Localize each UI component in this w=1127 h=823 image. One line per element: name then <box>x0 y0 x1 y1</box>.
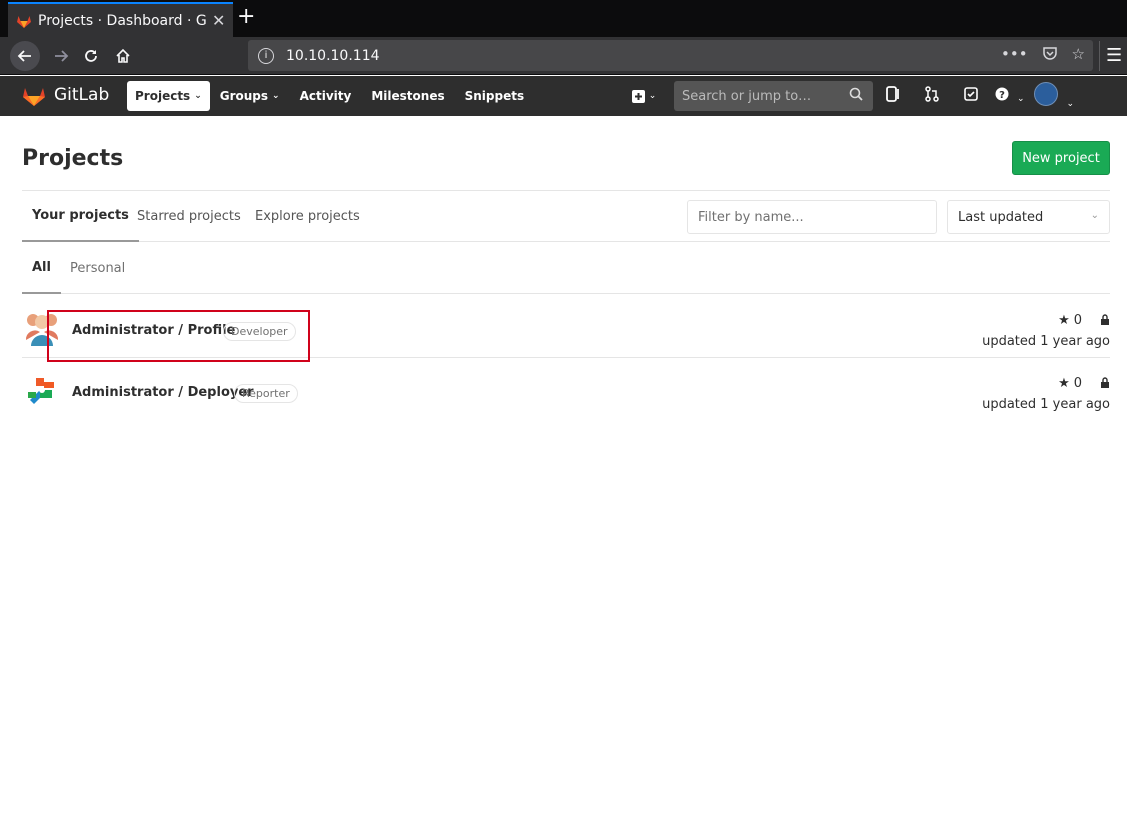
stars: ★ 0 <box>982 376 1110 391</box>
toolbar-separator <box>1099 41 1100 71</box>
gitlab-main-nav: Projects ⌄ Groups ⌄ Activity Milestones … <box>127 81 534 111</box>
search-icon <box>849 87 863 101</box>
nav-snippets[interactable]: Snippets <box>455 81 535 111</box>
help-icon[interactable]: ? ⌄ <box>990 87 1029 105</box>
search-placeholder: Search or jump to… <box>682 88 812 104</box>
url-bar[interactable]: i 10.10.10.114 ••• ☆ <box>248 40 1093 71</box>
new-tab-icon[interactable]: + <box>237 6 255 28</box>
svg-text:?: ? <box>999 90 1005 101</box>
browser-tab[interactable]: Projects · Dashboard · GitLab ✕ <box>8 2 233 37</box>
nav-projects-label: Projects <box>135 89 191 103</box>
tab-close-icon[interactable]: ✕ <box>212 11 225 30</box>
gitlab-header: GitLab Projects ⌄ Groups ⌄ Activity Mile… <box>0 76 1127 116</box>
tab-title: Projects · Dashboard · GitLab <box>38 12 206 29</box>
search-input[interactable]: Search or jump to… <box>674 81 873 111</box>
star-icon: ★ <box>1058 313 1070 328</box>
forward-icon[interactable] <box>46 41 76 71</box>
user-menu[interactable]: ⌄ <box>1029 82 1079 110</box>
lock-icon <box>1100 313 1110 328</box>
pocket-icon[interactable] <box>1042 45 1058 61</box>
gitlab-logo[interactable]: GitLab <box>22 84 109 106</box>
project-stats: ★ 0 updated 1 year ago <box>982 313 1110 349</box>
gitlab-brand: GitLab <box>54 85 110 105</box>
project-subtabs: All Personal <box>22 243 1110 294</box>
reload-icon[interactable] <box>76 41 106 71</box>
todos-icon[interactable] <box>951 87 990 105</box>
tab-your-projects[interactable]: Your projects <box>22 191 139 242</box>
project-avatar <box>28 378 54 404</box>
gitlab-tanuki-icon <box>23 88 45 106</box>
more-icon[interactable]: ••• <box>1001 45 1028 63</box>
back-icon[interactable] <box>10 41 40 71</box>
list-item[interactable]: Administrator / Deployer Reporter ★ 0 up… <box>22 358 1110 421</box>
project-stats: ★ 0 updated 1 year ago <box>982 376 1110 412</box>
gitlab-header-right: ⌄ Search or jump to… ? ⌄ ⌄ <box>620 81 1079 111</box>
home-icon[interactable] <box>108 41 138 71</box>
url-text[interactable]: 10.10.10.114 <box>286 48 380 64</box>
subtab-personal[interactable]: Personal <box>60 243 135 294</box>
project-name[interactable]: Administrator / Deployer <box>72 385 254 400</box>
chevron-down-icon: ⌄ <box>1066 99 1074 109</box>
bookmark-star-icon[interactable]: ☆ <box>1072 45 1085 63</box>
avatar <box>1034 82 1058 106</box>
chevron-down-icon: ⌄ <box>648 91 657 101</box>
star-icon: ★ <box>1058 376 1070 391</box>
tab-starred-projects[interactable]: Starred projects <box>127 191 251 242</box>
nav-groups[interactable]: Groups ⌄ <box>210 81 290 111</box>
updated-time: updated 1 year ago <box>982 397 1110 412</box>
nav-activity[interactable]: Activity <box>290 81 362 111</box>
chevron-down-icon: ⌄ <box>194 91 202 101</box>
star-count: 0 <box>1073 376 1082 391</box>
filter-by-name-input[interactable]: Filter by name... <box>687 200 937 234</box>
chevron-down-icon: ⌄ <box>272 91 280 101</box>
sort-value: Last updated <box>958 209 1044 225</box>
chevron-down-icon: ⌄ <box>1016 94 1025 104</box>
sort-dropdown[interactable]: Last updated ⌄ <box>947 200 1110 234</box>
browser-tabbar: Projects · Dashboard · GitLab ✕ + <box>0 0 1127 37</box>
gitlab-favicon-icon <box>17 15 31 28</box>
highlight-box <box>47 310 310 362</box>
info-icon[interactable]: i <box>258 47 274 64</box>
nav-milestones[interactable]: Milestones <box>361 81 454 111</box>
subtab-all[interactable]: All <box>22 243 61 294</box>
tab-explore-projects[interactable]: Explore projects <box>245 191 370 242</box>
new-project-button[interactable]: New project <box>1012 141 1110 175</box>
stars: ★ 0 <box>982 313 1110 328</box>
page-title: Projects <box>22 146 124 171</box>
nav-groups-label: Groups <box>219 89 269 103</box>
hamburger-menu-icon[interactable]: ☰ <box>1106 45 1122 66</box>
updated-time: updated 1 year ago <box>982 334 1110 349</box>
plus-square-icon <box>631 89 645 103</box>
new-dropdown-button[interactable]: ⌄ <box>620 89 668 103</box>
lock-icon <box>1100 376 1110 391</box>
issues-icon[interactable] <box>873 86 912 106</box>
browser-toolbar: i 10.10.10.114 ••• ☆ ☰ <box>0 37 1127 75</box>
role-badge: Reporter <box>234 384 298 403</box>
nav-projects[interactable]: Projects ⌄ <box>127 81 210 111</box>
chevron-down-icon: ⌄ <box>1090 210 1099 221</box>
star-count: 0 <box>1073 313 1082 328</box>
merge-requests-icon[interactable] <box>912 86 951 106</box>
